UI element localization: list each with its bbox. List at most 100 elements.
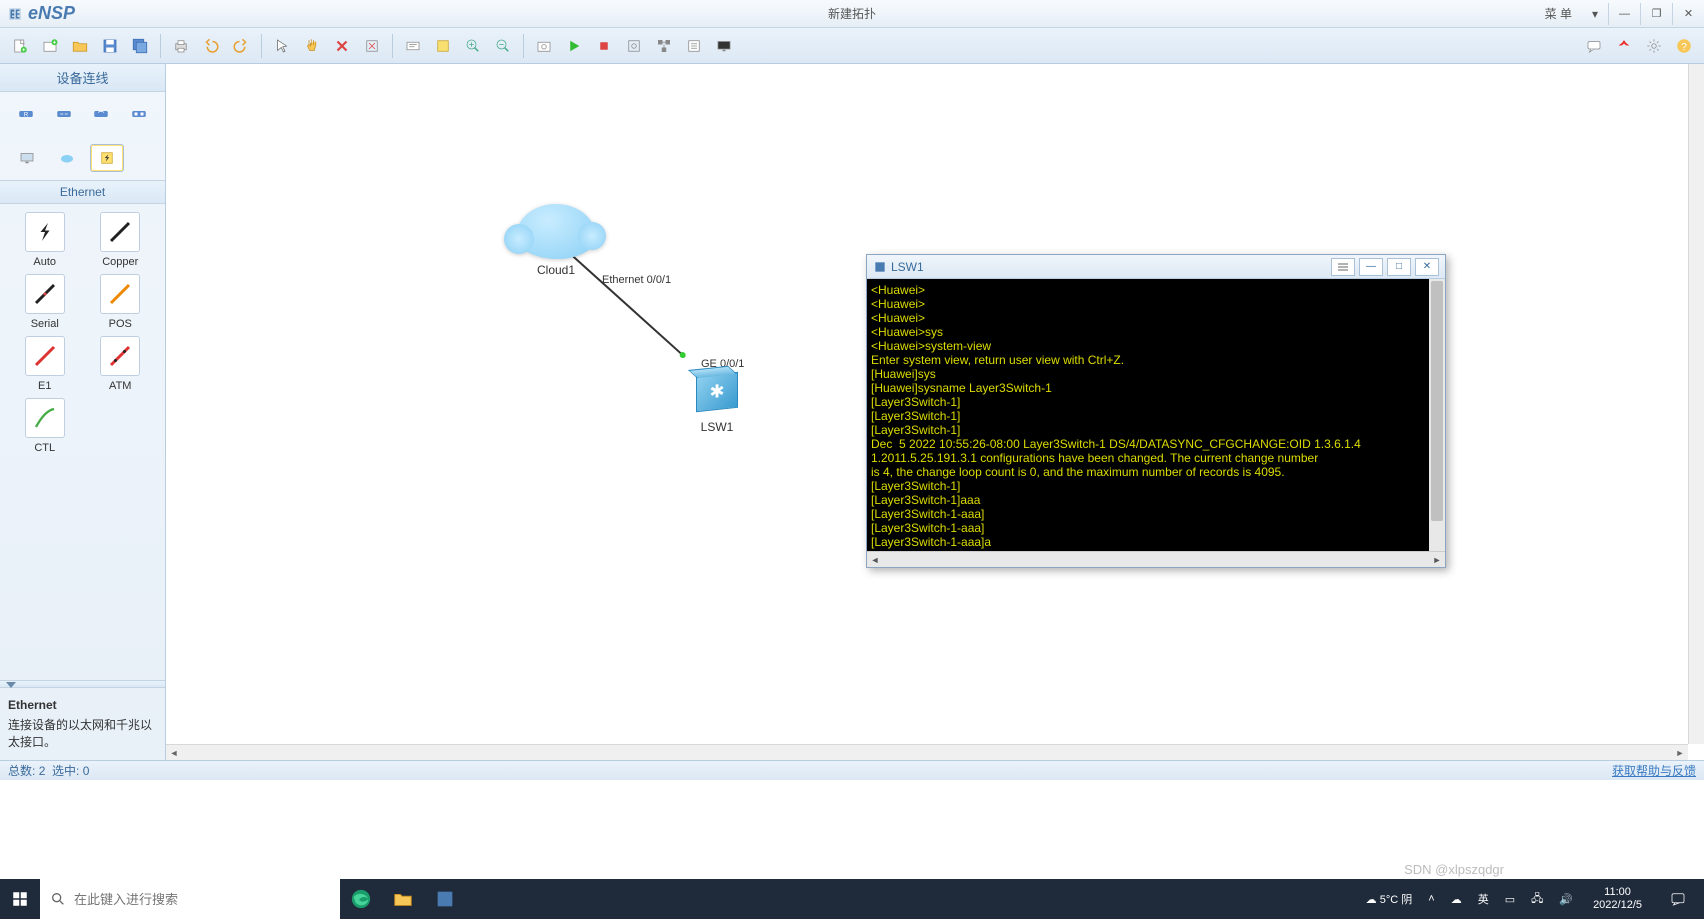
statusbar: 总数: 2 选中: 0 获取帮助与反馈: [0, 760, 1704, 780]
doc-title: 新建拓扑: [828, 5, 876, 22]
search-input[interactable]: [74, 892, 330, 907]
cli-vscrollbar[interactable]: [1429, 279, 1445, 551]
redo-button[interactable]: [227, 32, 255, 60]
system-tray: ☁ 5°C 阴 ˄ ☁ 英 ▭ 🖧 🔊 11:00 2022/12/5: [1362, 879, 1704, 919]
tray-clock[interactable]: 11:00 2022/12/5: [1585, 886, 1650, 912]
minimize-button[interactable]: —: [1608, 3, 1640, 25]
sidebar-separator[interactable]: [0, 680, 165, 688]
capture-button[interactable]: [620, 32, 648, 60]
list-button[interactable]: [680, 32, 708, 60]
conn-auto[interactable]: Auto: [14, 212, 76, 268]
tray-weather[interactable]: ☁ 5°C 阴: [1362, 891, 1417, 907]
watermark: SDN @xlpszqdgr: [1404, 862, 1504, 877]
zoomin-button[interactable]: [459, 32, 487, 60]
start-button[interactable]: [560, 32, 588, 60]
canvas-area[interactable]: Cloud1 Ethernet 0/0/1 GE 0/0/1 LSW1 LSW1…: [166, 64, 1704, 760]
canvas-hscrollbar[interactable]: ◄►: [166, 744, 1688, 760]
note-button[interactable]: [429, 32, 457, 60]
taskbar-search[interactable]: [40, 879, 340, 919]
titlebar: eNSP 新建拓扑 菜 单 ▾ — ❐ ✕: [0, 0, 1704, 28]
huawei-button[interactable]: [1610, 32, 1638, 60]
cat-firewall[interactable]: [123, 100, 155, 128]
cli-minimize-button[interactable]: —: [1359, 258, 1383, 276]
zoomout-button[interactable]: [489, 32, 517, 60]
app-name: eNSP: [28, 3, 75, 24]
cloud-node[interactable]: Cloud1: [516, 204, 596, 277]
cat-switch[interactable]: [48, 100, 80, 128]
cli-close-button[interactable]: ✕: [1415, 258, 1439, 276]
category-row-1: R: [0, 92, 165, 136]
cli-maximize-button[interactable]: □: [1387, 258, 1411, 276]
open-button[interactable]: [66, 32, 94, 60]
conn-atm[interactable]: ATM: [90, 336, 152, 392]
snapshot-button[interactable]: [530, 32, 558, 60]
new-topo-button[interactable]: [36, 32, 64, 60]
sidebar: 设备连线 R Ethernet Auto Copper Serial POS E…: [0, 64, 166, 760]
text-button[interactable]: [399, 32, 427, 60]
conn-ctl[interactable]: CTL: [14, 398, 76, 454]
category-row-2: [0, 136, 165, 180]
conn-serial[interactable]: Serial: [14, 274, 76, 330]
cat-wlan[interactable]: [86, 100, 118, 128]
delete-button[interactable]: [328, 32, 356, 60]
saveas-button[interactable]: [126, 32, 154, 60]
svg-text:?: ?: [1681, 40, 1687, 52]
ensp-icon: [6, 5, 24, 23]
cat-connection[interactable]: [90, 144, 124, 172]
tray-notifications[interactable]: [1658, 879, 1698, 919]
settings-button[interactable]: [1640, 32, 1668, 60]
conn-copper[interactable]: Copper: [90, 212, 152, 268]
sidebar-title: 设备连线: [0, 64, 165, 92]
switch-node[interactable]: LSW1: [696, 374, 738, 434]
task-explorer[interactable]: [382, 879, 424, 919]
maximize-button[interactable]: ❐: [1640, 3, 1672, 25]
start-button-win[interactable]: [0, 879, 40, 919]
tray-chevron-icon[interactable]: ˄: [1424, 893, 1438, 905]
task-ensp[interactable]: [424, 879, 466, 919]
cli-hscrollbar[interactable]: ◄►: [867, 551, 1445, 567]
stop-button[interactable]: [590, 32, 618, 60]
port-label-cloud: Ethernet 0/0/1: [602, 274, 671, 286]
clear-button[interactable]: [358, 32, 386, 60]
pan-button[interactable]: [298, 32, 326, 60]
help-button[interactable]: ?: [1670, 32, 1698, 60]
sidebar-subtitle: Ethernet: [0, 180, 165, 204]
svg-text:R: R: [24, 112, 29, 118]
menu-dropdown-icon[interactable]: ▾: [1582, 7, 1608, 21]
ensp-icon: [873, 260, 887, 274]
tray-network-icon[interactable]: 🖧: [1527, 890, 1547, 909]
conn-pos[interactable]: POS: [90, 274, 152, 330]
cli-titlebar[interactable]: LSW1 — □ ✕: [867, 255, 1445, 279]
print-button[interactable]: [167, 32, 195, 60]
connection-grid: Auto Copper Serial POS E1 ATM CTL: [0, 204, 165, 462]
close-button[interactable]: ✕: [1672, 3, 1704, 25]
task-edge[interactable]: [340, 879, 382, 919]
canvas-vscrollbar[interactable]: [1688, 64, 1704, 744]
message-button[interactable]: [1580, 32, 1608, 60]
switch-icon: [696, 372, 738, 412]
cli-options-button[interactable]: [1331, 258, 1355, 276]
app-logo: eNSP: [0, 3, 75, 24]
undo-button[interactable]: [197, 32, 225, 60]
save-button[interactable]: [96, 32, 124, 60]
search-icon: [50, 891, 66, 907]
cli-window[interactable]: LSW1 — □ ✕ <Huawei> <Huawei> <Huawei> <H…: [866, 254, 1446, 568]
topology-button[interactable]: [650, 32, 678, 60]
tray-volume-icon[interactable]: 🔊: [1555, 893, 1577, 906]
menu-button[interactable]: 菜 单: [1535, 5, 1582, 22]
toolbar: ?: [0, 28, 1704, 64]
pointer-button[interactable]: [268, 32, 296, 60]
cat-cloud[interactable]: [50, 144, 84, 172]
new-button[interactable]: [6, 32, 34, 60]
display-button[interactable]: [710, 32, 738, 60]
conn-e1[interactable]: E1: [14, 336, 76, 392]
taskbar: ☁ 5°C 阴 ˄ ☁ 英 ▭ 🖧 🔊 11:00 2022/12/5: [0, 879, 1704, 919]
cat-router[interactable]: R: [10, 100, 42, 128]
tray-onedrive-icon[interactable]: ☁: [1447, 893, 1466, 906]
cli-terminal[interactable]: <Huawei> <Huawei> <Huawei> <Huawei>sys <…: [867, 279, 1445, 551]
tray-ime[interactable]: 英: [1474, 891, 1493, 907]
help-link[interactable]: 获取帮助与反馈: [1612, 762, 1696, 779]
port-dot-switch: [678, 351, 686, 359]
tray-battery-icon[interactable]: ▭: [1501, 893, 1519, 906]
cat-pc[interactable]: [10, 144, 44, 172]
